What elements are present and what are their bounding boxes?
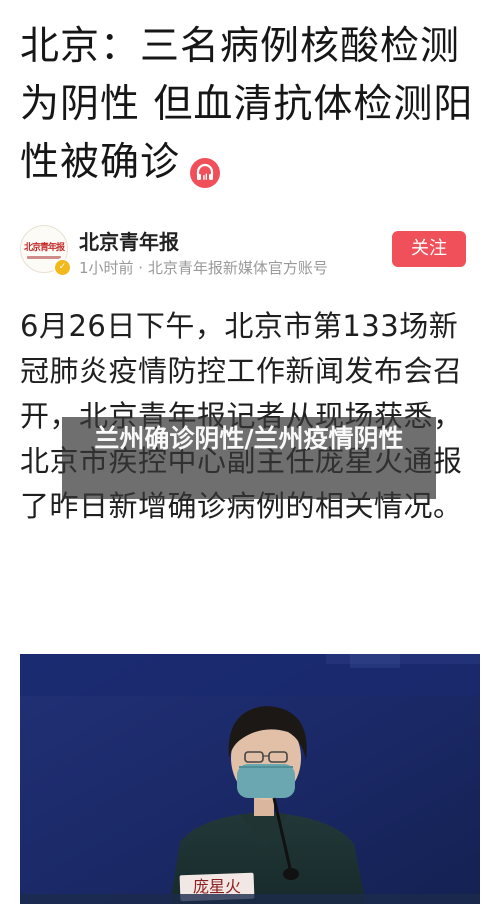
overlay-title: 兰州确诊阴性/兰州疫情阴性 (94, 424, 404, 453)
avatar-logo-text: 北京青年报 (24, 243, 65, 253)
verified-check-icon: ✓ (53, 258, 72, 277)
article-headline: 北京：三名病例核酸检测为阴性 但血清抗体检测阳性被确诊 (20, 18, 482, 192)
press-conference-image: 庞星火 (20, 654, 480, 904)
nameplate-text: 庞星火 (193, 877, 241, 896)
author-meta: 1小时前 · 北京青年报新媒体官方账号 (79, 259, 328, 277)
article-photo[interactable]: 庞星火 (20, 654, 480, 904)
avatar-logo-underline (27, 256, 61, 259)
headphones-icon[interactable] (190, 147, 221, 188)
author-row: 北京青年报 ✓ 北京青年报 1小时前 · 北京青年报新媒体官方账号 关注 (20, 224, 480, 277)
headline-text: 北京：三名病例核酸检测为阴性 但血清抗体检测阳性被确诊 (20, 24, 474, 185)
author-avatar[interactable]: 北京青年报 ✓ (20, 225, 72, 277)
author-name[interactable]: 北京青年报 (79, 226, 179, 255)
article-page: 北京：三名病例核酸检测为阴性 但血清抗体检测阳性被确诊 北京青年报 ✓ 北京青年… (0, 0, 500, 921)
follow-button[interactable]: 关注 (392, 231, 466, 267)
